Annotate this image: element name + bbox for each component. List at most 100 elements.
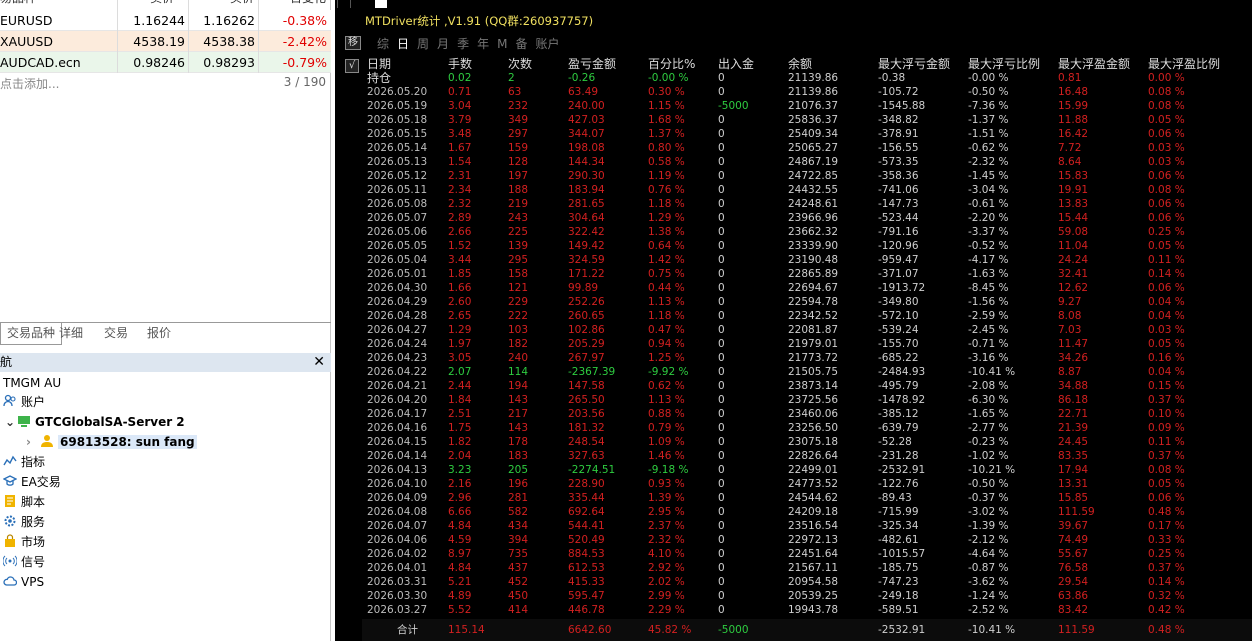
table-cell: -231.28 xyxy=(878,450,919,462)
table-cell: 11.04 xyxy=(1058,240,1089,252)
table-cell: 0 xyxy=(718,338,725,350)
table-cell: -2.08 % xyxy=(968,380,1009,392)
table-cell: -358.36 xyxy=(878,170,919,182)
period-button[interactable]: 备 xyxy=(515,37,527,51)
table-row: 2026.04.07 4.84 434 544.41 2.37 % 0 23516.54 -3… xyxy=(367,519,1252,533)
table-cell: 2.04 xyxy=(448,450,472,462)
period-button[interactable]: 季 xyxy=(457,37,469,51)
table-cell: 1.13 % xyxy=(648,394,685,406)
market-watch-row[interactable]: EURUSD 1.16244 1.16262 -0.38% xyxy=(0,10,331,31)
table-cell: 0.05 % xyxy=(1148,240,1185,252)
nav-account[interactable]: › 69813528: sun fang xyxy=(26,433,197,451)
table-cell: -3.37 % xyxy=(968,226,1009,238)
table-cell: 0.58 % xyxy=(648,156,685,168)
market-watch-row[interactable]: AUDCAD.ecn 0.98246 0.98293 -0.79% xyxy=(0,52,331,73)
table-cell: 7.72 xyxy=(1058,142,1082,154)
table-cell: 1.37 % xyxy=(648,128,685,140)
table-cell: 884.53 xyxy=(568,548,605,560)
table-cell: 0.14 % xyxy=(1148,576,1185,588)
period-button[interactable]: 月 xyxy=(437,37,449,51)
check-button[interactable]: √ xyxy=(345,59,359,73)
table-cell: 437 xyxy=(508,562,529,574)
table-cell: 0 xyxy=(718,198,725,210)
close-icon[interactable]: ✕ xyxy=(313,353,325,372)
table-cell: 5.52 xyxy=(448,604,472,616)
table-cell: -1.45 % xyxy=(968,170,1009,182)
table-cell: 0 xyxy=(718,114,725,126)
table-cell: 22.71 xyxy=(1058,408,1089,420)
table-cell: 0.93 % xyxy=(648,478,685,490)
table-cell: 0.62 % xyxy=(648,380,685,392)
move-button[interactable]: 移 xyxy=(345,36,361,50)
market-watch-row[interactable]: XAUUSD 4538.19 4538.38 -2.42% xyxy=(0,31,331,52)
table-cell: 最大浮盈金额 xyxy=(1058,57,1131,71)
table-cell: 29.54 xyxy=(1058,576,1089,588)
table-cell: 0.64 % xyxy=(648,240,685,252)
tab-quotes[interactable]: 报价 xyxy=(141,323,177,345)
period-button[interactable]: 日 xyxy=(397,37,409,51)
table-cell: 23966.96 xyxy=(788,212,839,224)
table-cell: 159 xyxy=(508,142,529,154)
period-button[interactable]: 年 xyxy=(477,37,489,51)
chevron-down-icon[interactable]: ⌄ xyxy=(5,413,17,431)
table-cell: -523.44 xyxy=(878,212,919,224)
table-cell: 0.25 % xyxy=(1148,548,1185,560)
table-row: 2026.03.31 5.21 452 415.33 2.02 % 0 20954.58 -7… xyxy=(367,575,1252,589)
table-cell: 450 xyxy=(508,590,529,602)
table-cell: 281.65 xyxy=(568,198,605,210)
table-cell: 19.91 xyxy=(1058,184,1089,196)
ask-price: 4538.38 xyxy=(203,34,255,49)
table-cell: 最大浮亏比例 xyxy=(968,57,1041,71)
table-cell: -1913.72 xyxy=(878,282,926,294)
period-button[interactable]: 综 xyxy=(377,37,389,51)
period-button[interactable]: 账户 xyxy=(535,37,559,51)
table-cell: 1.54 xyxy=(448,156,472,168)
nav-accounts[interactable]: 账户 xyxy=(3,393,45,411)
table-cell: -156.55 xyxy=(878,142,919,154)
tab-details[interactable]: 详细 xyxy=(53,323,89,345)
table-cell: 23256.50 xyxy=(788,422,839,434)
table-cell: -572.10 xyxy=(878,310,919,322)
table-cell: 0 xyxy=(718,464,725,476)
chevron-right-icon[interactable]: › xyxy=(26,433,40,451)
table-cell: -185.75 xyxy=(878,562,919,574)
table-cell: -4.17 % xyxy=(968,254,1009,266)
table-cell: 324.59 xyxy=(568,254,605,266)
nav-server[interactable]: ⌄ GTCGlobalSA-Server 2 xyxy=(5,413,185,431)
table-cell: 1.15 % xyxy=(648,100,685,112)
table-cell: 4.10 % xyxy=(648,548,685,560)
table-cell: -0.62 % xyxy=(968,142,1009,154)
nav-signals[interactable]: 信号 xyxy=(3,553,45,571)
nav-indicators[interactable]: 指标 xyxy=(3,453,45,471)
table-cell: 22342.52 xyxy=(788,310,839,322)
table-cell: 349 xyxy=(508,114,529,126)
period-button[interactable]: M xyxy=(497,37,507,51)
table-cell: 日期 xyxy=(367,57,392,71)
table-cell: 225 xyxy=(508,226,529,238)
tab-trading[interactable]: 交易 xyxy=(98,323,134,345)
table-cell: -2.59 % xyxy=(968,310,1009,322)
nav-vps[interactable]: VPS xyxy=(3,573,44,591)
table-cell: 322.42 xyxy=(568,226,605,238)
table-cell: 83.42 xyxy=(1058,604,1089,616)
table-cell: 0.81 xyxy=(1058,72,1082,84)
table-cell: -10.21 % xyxy=(968,464,1016,476)
table-cell: 2.51 xyxy=(448,408,472,420)
period-button[interactable]: 周 xyxy=(417,37,429,51)
table-cell: 13.31 xyxy=(1058,478,1089,490)
table-cell: -0.71 % xyxy=(968,338,1009,350)
table-cell: 0.09 % xyxy=(1148,422,1185,434)
table-cell: 0.08 % xyxy=(1148,86,1185,98)
add-symbol-link[interactable]: 点击添加... xyxy=(0,75,59,92)
nav-market[interactable]: 市场 xyxy=(3,533,45,551)
table-cell: 21139.86 xyxy=(788,72,839,84)
chart-area[interactable]: 移 √ MTDriver统计 ,V1.91 (QQ群:260937757) 综日… xyxy=(335,0,1252,641)
nav-expert-advisors[interactable]: EA交易 xyxy=(3,473,61,491)
table-cell: -573.35 xyxy=(878,156,919,168)
nav-services[interactable]: 服务 xyxy=(3,513,45,531)
table-cell: 15.85 xyxy=(1058,492,1089,504)
table-cell: 4.89 xyxy=(448,590,472,602)
table-cell: -3.02 % xyxy=(968,506,1009,518)
table-cell: 1.46 % xyxy=(648,450,685,462)
nav-scripts[interactable]: 脚本 xyxy=(3,493,45,511)
